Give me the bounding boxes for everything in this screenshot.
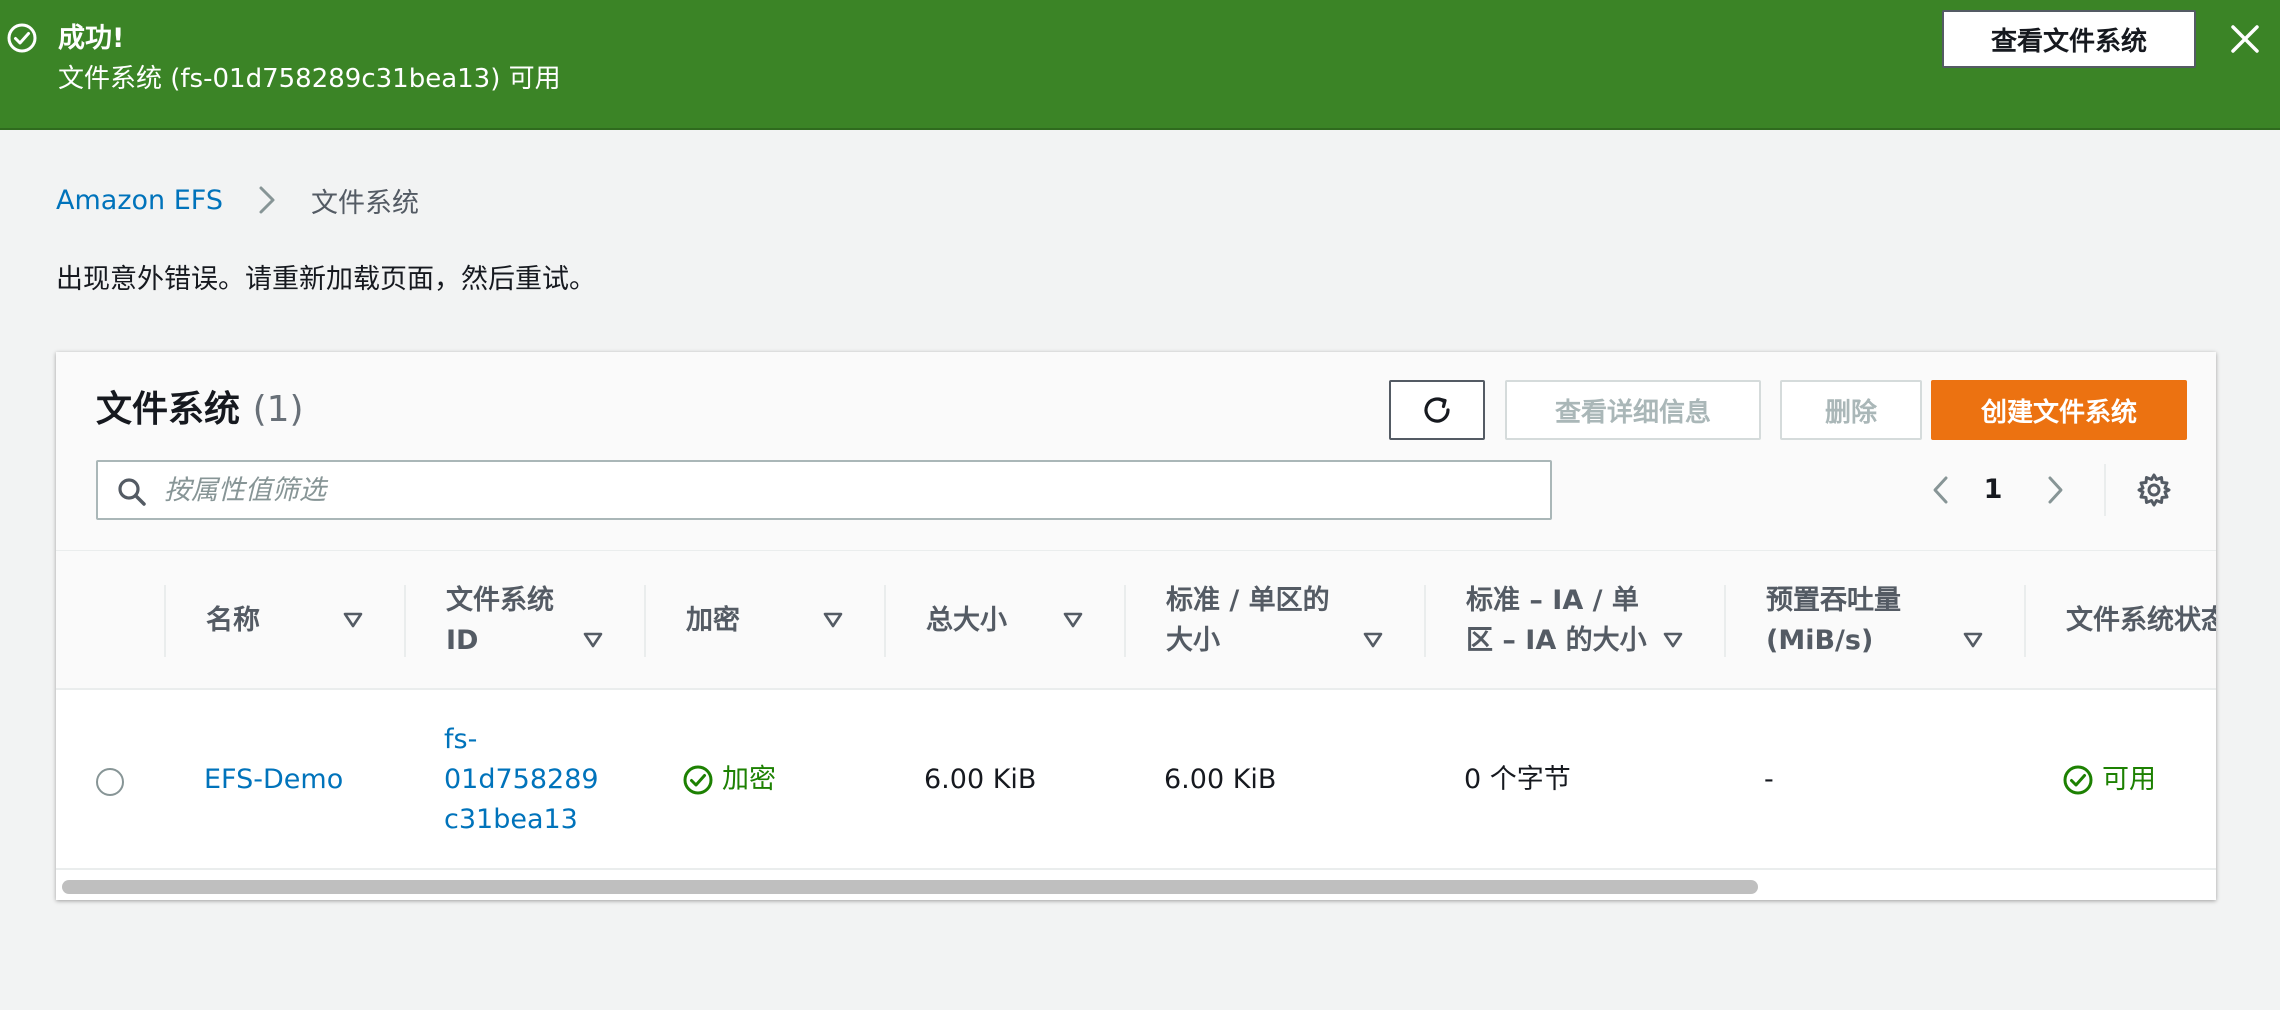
view-file-system-button[interactable]: 查看文件系统: [1942, 10, 2196, 68]
check-circle-icon: [7, 23, 37, 53]
breadcrumb-current: 文件系统: [310, 187, 419, 219]
chevron-right-icon[interactable]: [2040, 470, 2070, 510]
column-divider: [644, 585, 646, 657]
column-header-name[interactable]: 名称: [206, 551, 326, 691]
sort-caret-icon[interactable]: [1662, 631, 1684, 649]
check-circle-icon: [2063, 765, 2093, 795]
filter-search-box[interactable]: [96, 460, 1552, 520]
page-title: 文件系统 (1): [96, 386, 304, 434]
column-header-encryption[interactable]: 加密: [686, 551, 806, 691]
refresh-icon: [1424, 397, 1450, 423]
throughput-cell: -: [1764, 764, 1774, 795]
panel-title: 文件系统: [96, 389, 241, 430]
column-divider: [2024, 585, 2026, 657]
column-header-file-system-id[interactable]: 文件系统 ID: [446, 551, 586, 691]
column-divider: [164, 585, 166, 657]
table-header-area: 文件系统 (1) 查看详细信息 删除 创建文件系统 1: [56, 352, 2216, 550]
state-label: 可用: [2102, 764, 2156, 795]
column-header-total-size[interactable]: 总大小: [926, 551, 1046, 691]
file-system-name-link[interactable]: EFS-Demo: [204, 690, 343, 870]
column-divider: [1724, 585, 1726, 657]
column-divider: [1424, 585, 1426, 657]
column-header-provisioned-throughput[interactable]: 预置吞吐量 (MiB/s): [1766, 551, 1956, 691]
row-select-radio[interactable]: [96, 768, 124, 796]
create-file-system-button[interactable]: 创建文件系统: [1931, 380, 2187, 440]
column-divider: [404, 585, 406, 657]
search-input[interactable]: [164, 470, 1534, 510]
encryption-label: 加密: [722, 764, 776, 795]
success-flashbar: 成功! 文件系统 (fs-01d758289c31bea13) 可用 查看文件系…: [0, 0, 2280, 130]
sort-caret-icon[interactable]: [1062, 611, 1084, 629]
flash-message: 文件系统 (fs-01d758289c31bea13) 可用: [58, 64, 561, 94]
sort-caret-icon[interactable]: [1362, 631, 1384, 649]
table-header-row: 名称 文件系统 ID 加密 总大小 标准 / 单区的 大小 标准 – IA / 单区…: [56, 550, 2216, 690]
standard-size-cell: 6.00 KiB: [1164, 764, 1277, 795]
total-size-cell: 6.00 KiB: [924, 764, 1037, 795]
search-icon: [118, 478, 146, 506]
breadcrumb: Amazon EFS 文件系统: [56, 182, 419, 219]
item-count: (1): [252, 389, 304, 430]
sort-caret-icon[interactable]: [342, 611, 364, 629]
horizontal-scrollbar[interactable]: [56, 870, 2216, 900]
chevron-right-icon: [259, 186, 275, 214]
column-divider: [1124, 585, 1126, 657]
check-circle-icon: [683, 765, 713, 795]
close-icon[interactable]: [2226, 20, 2264, 58]
table-row[interactable]: EFS-Demo fs- 01d758289 c31bea13 加密 6.00 …: [56, 690, 2216, 870]
column-divider: [884, 585, 886, 657]
gear-icon[interactable]: [2136, 472, 2172, 508]
ia-size-cell: 0 个字节: [1464, 764, 1571, 795]
file-system-state: 可用: [2062, 690, 2156, 870]
sort-caret-icon[interactable]: [822, 611, 844, 629]
column-header-file-system-state[interactable]: 文件系统状态: [2066, 551, 2216, 691]
file-system-id-link[interactable]: fs- 01d758289 c31bea13: [444, 690, 624, 870]
flash-title: 成功!: [58, 23, 125, 54]
view-details-button[interactable]: 查看详细信息: [1505, 380, 1761, 440]
page-number[interactable]: 1: [1978, 470, 2008, 510]
column-header-standard-size[interactable]: 标准 / 单区的 大小: [1166, 551, 1356, 691]
sort-caret-icon[interactable]: [1962, 631, 1984, 649]
file-systems-table-container: 文件系统 (1) 查看详细信息 删除 创建文件系统 1: [56, 352, 2216, 900]
pager-divider: [2104, 464, 2106, 516]
encryption-status: 加密: [682, 690, 776, 870]
scrollbar-thumb[interactable]: [62, 880, 1758, 894]
error-message: 出现意外错误。请重新加载页面，然后重试。: [56, 264, 596, 295]
delete-button[interactable]: 删除: [1780, 380, 1922, 440]
chevron-left-icon[interactable]: [1926, 470, 1956, 510]
refresh-button[interactable]: [1389, 380, 1485, 440]
sort-caret-icon[interactable]: [582, 631, 604, 649]
column-header-ia-size[interactable]: 标准 – IA / 单区 – IA 的大小: [1466, 551, 1666, 691]
breadcrumb-link-amazon-efs[interactable]: Amazon EFS: [56, 185, 223, 216]
